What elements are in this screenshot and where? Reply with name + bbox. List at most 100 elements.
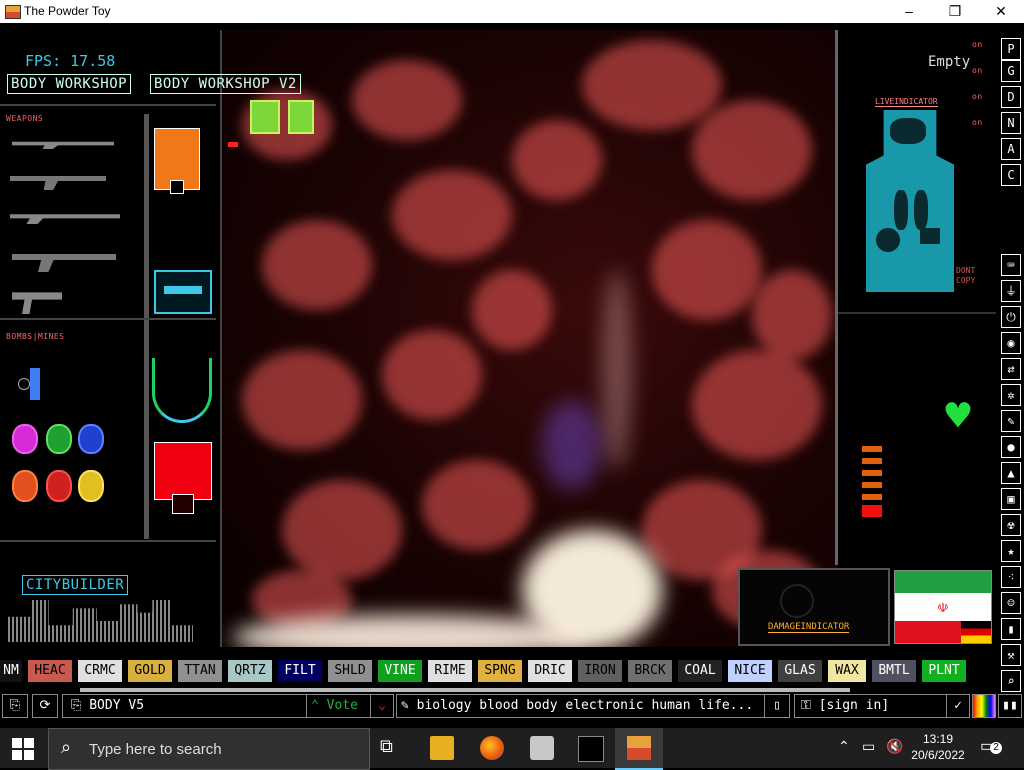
plug-icon[interactable]: ⏚ xyxy=(1001,280,1021,302)
element-qrtz-button[interactable]: QRTZ xyxy=(228,660,272,682)
task-view-icon[interactable]: ⧉ xyxy=(380,736,393,757)
element-ttan-button[interactable]: TTAN xyxy=(178,660,222,682)
dots-icon[interactable]: ⁖ xyxy=(1001,566,1021,588)
red-bomb-icon[interactable] xyxy=(154,442,212,500)
arrows-icon[interactable]: ⇄ xyxy=(1001,358,1021,380)
body-workshop-button[interactable]: BODY WORKSHOP xyxy=(7,74,132,94)
firefox-icon[interactable] xyxy=(480,736,504,760)
renderer-button[interactable] xyxy=(972,694,996,718)
citybuilder-button[interactable]: CITYBUILDER xyxy=(22,575,129,595)
element-plnt-button[interactable]: PLNT xyxy=(922,660,966,682)
file-explorer-icon[interactable] xyxy=(430,736,454,760)
taskbar-search-box[interactable]: ⌕ Type here to search xyxy=(48,728,370,770)
element-glas-button[interactable]: GLAS xyxy=(778,660,822,682)
pen-icon[interactable]: ✎ xyxy=(1001,410,1021,432)
element-dric-button[interactable]: DRIC xyxy=(528,660,572,682)
element-heac-button[interactable]: HEAC xyxy=(28,660,72,682)
tools-icon[interactable]: ⚒ xyxy=(1001,644,1021,666)
settings-button[interactable]: ✓ xyxy=(946,694,970,718)
grenade-red-icon[interactable] xyxy=(46,470,72,502)
keyboard-icon[interactable]: ⌨ xyxy=(1001,254,1021,276)
window-title: The Powder Toy xyxy=(24,4,111,18)
element-bmtl-button[interactable]: BMTL xyxy=(872,660,916,682)
grenade-green-icon[interactable] xyxy=(46,424,72,454)
notification-count: 2 xyxy=(990,742,1002,754)
app-icon xyxy=(5,5,21,19)
app-icon-gray[interactable] xyxy=(530,736,554,760)
health-bar-base xyxy=(862,505,882,517)
grenade-magenta-icon[interactable] xyxy=(12,424,38,454)
iran-flag: ☫ xyxy=(894,570,992,644)
power-icon[interactable]: ⏻ xyxy=(1001,306,1021,328)
canister-tab xyxy=(170,180,184,194)
maximize-button[interactable]: ❐ xyxy=(932,0,978,23)
grenade-blue-icon[interactable] xyxy=(78,424,104,454)
element-shld-button[interactable]: SHLD xyxy=(328,660,372,682)
clock-time[interactable]: 13:19 xyxy=(910,732,966,746)
element-vine-button[interactable]: VINE xyxy=(378,660,422,682)
damage-indicator-panel: DAMAGEINDICATOR xyxy=(738,568,890,646)
clock-date[interactable]: 20/6/2022 xyxy=(910,748,966,762)
minimize-button[interactable]: – xyxy=(886,0,932,23)
element-rime-button[interactable]: RIME xyxy=(428,660,472,682)
terminal-icon[interactable] xyxy=(578,736,604,762)
star-icon[interactable]: ★ xyxy=(1001,540,1021,562)
element-nm-button[interactable]: NM xyxy=(0,660,22,682)
element-gold-button[interactable]: GOLD xyxy=(128,660,172,682)
scanner-icon[interactable] xyxy=(154,270,212,314)
spray-icon[interactable]: ✲ xyxy=(1001,384,1021,406)
element-scrollbar[interactable] xyxy=(80,688,850,692)
health-heart-icon: ♥ xyxy=(945,391,971,440)
square-icon[interactable]: ▣ xyxy=(1001,488,1021,510)
reload-button[interactable]: ⟳ xyxy=(32,694,58,718)
volume-muted-icon[interactable]: 🔇 xyxy=(886,738,903,755)
simulation-canvas[interactable] xyxy=(220,30,837,647)
menu-c-button[interactable]: C xyxy=(1001,164,1021,186)
open-save-button[interactable]: ⎘ xyxy=(2,694,28,718)
tags-field[interactable]: ✎ biology blood body electronic human li… xyxy=(396,694,766,718)
element-spng-button[interactable]: SPNG xyxy=(478,660,522,682)
element-wax-button[interactable]: WAX xyxy=(828,660,866,682)
menu-p-button[interactable]: P xyxy=(1001,38,1021,60)
element-crmc-button[interactable]: CRMC xyxy=(78,660,122,682)
rotate-button[interactable] xyxy=(250,100,280,134)
network-icon[interactable]: ▭ xyxy=(862,738,875,755)
new-button[interactable]: ▯ xyxy=(764,694,790,718)
vote-up-button[interactable]: ⌃ Vote xyxy=(306,694,374,718)
menu-d-button[interactable]: D xyxy=(1001,86,1021,108)
element-brck-button[interactable]: BRCK xyxy=(628,660,672,682)
sign-in-button[interactable]: ⚿ [sign in] xyxy=(794,694,950,718)
drop-icon[interactable]: ● xyxy=(1001,436,1021,458)
element-nice-button[interactable]: NICE xyxy=(728,660,772,682)
close-button[interactable]: ✕ xyxy=(978,0,1024,23)
claw-mine-icon[interactable] xyxy=(152,358,212,423)
vote-down-button[interactable]: ⌄ xyxy=(370,694,394,718)
chevron-up-icon[interactable]: ⌃ xyxy=(838,738,850,755)
search-menu-icon[interactable]: ⌕ xyxy=(1001,670,1021,692)
windows-start-icon[interactable] xyxy=(12,738,34,760)
person-icon[interactable]: ☺ xyxy=(1001,592,1021,614)
empty-label: Empty xyxy=(928,54,971,70)
grenade-yellow-icon[interactable] xyxy=(78,470,104,502)
grenade-orange-icon[interactable] xyxy=(12,470,38,502)
radiation-icon xyxy=(780,584,814,618)
detonator-icon[interactable] xyxy=(30,368,40,400)
mode-button[interactable] xyxy=(288,100,314,134)
menu-n-button[interactable]: N xyxy=(1001,112,1021,134)
key-icon: ⚿ xyxy=(801,698,819,713)
element-iron-button[interactable]: IRON xyxy=(578,660,622,682)
body-workshop-v2-button[interactable]: BODY WORKSHOP V2 xyxy=(150,74,301,94)
bookmark-icon[interactable]: ▮ xyxy=(1001,618,1021,640)
radiation-menu-icon[interactable]: ☢ xyxy=(1001,514,1021,536)
element-coal-button[interactable]: COAL xyxy=(678,660,722,682)
powder-toy-taskbar-button[interactable] xyxy=(615,728,663,770)
menu-g-button[interactable]: G xyxy=(1001,60,1021,82)
menu-a-button[interactable]: A xyxy=(1001,138,1021,160)
red-marker xyxy=(228,142,238,147)
flask-icon[interactable]: ▲ xyxy=(1001,462,1021,484)
save-name-field[interactable]: ⎘ BODY V5 xyxy=(62,694,312,718)
element-filt-button[interactable]: FILT xyxy=(278,660,322,682)
divider xyxy=(838,312,996,314)
pause-button[interactable]: ▮▮ xyxy=(998,694,1022,718)
sensor-icon[interactable]: ◉ xyxy=(1001,332,1021,354)
